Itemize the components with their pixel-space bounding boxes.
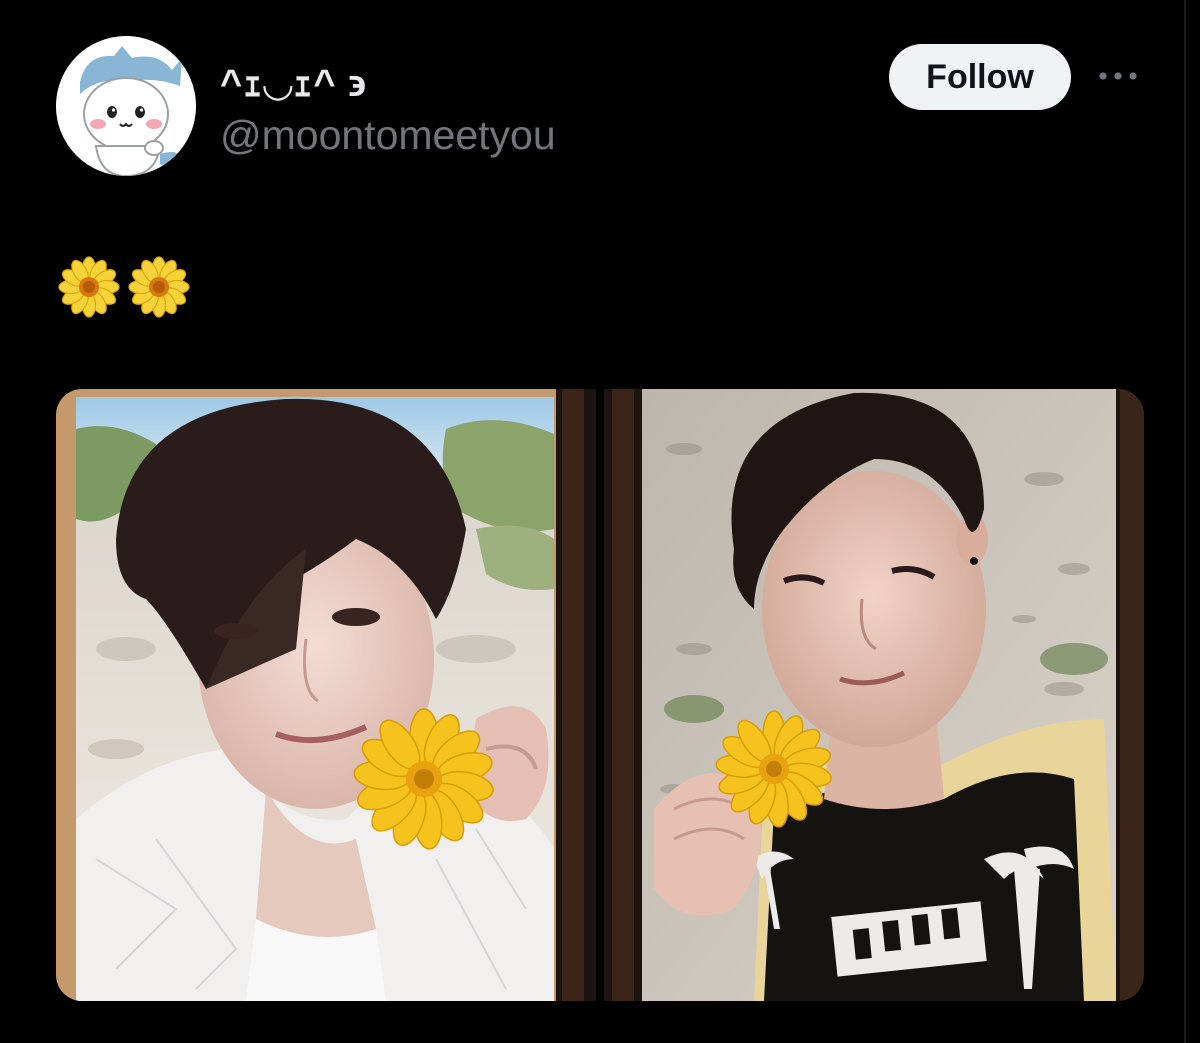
tweet-text (58, 252, 190, 322)
photo-card-right[interactable] (604, 389, 1144, 1001)
follow-button[interactable]: Follow (889, 44, 1071, 110)
scrollbar[interactable] (1184, 0, 1186, 1043)
photocard-image (604, 389, 1144, 1001)
more-options-button[interactable] (1096, 62, 1140, 90)
photo-card-left[interactable] (56, 389, 596, 1001)
tweet-card: ^ｪ◡ｪ^ ϶ @moontomeetyou Follow (0, 0, 1200, 1043)
media-grid (56, 389, 1144, 1001)
blossom-emoji-icon (128, 256, 190, 318)
avatar-image (56, 36, 196, 176)
photocard-image (56, 389, 596, 1001)
user-handle[interactable]: @moontomeetyou (220, 112, 556, 159)
display-name[interactable]: ^ｪ◡ｪ^ ϶ (220, 52, 367, 107)
more-horizontal-icon (1099, 72, 1137, 80)
avatar[interactable] (56, 36, 196, 176)
blossom-emoji-icon (58, 256, 120, 318)
